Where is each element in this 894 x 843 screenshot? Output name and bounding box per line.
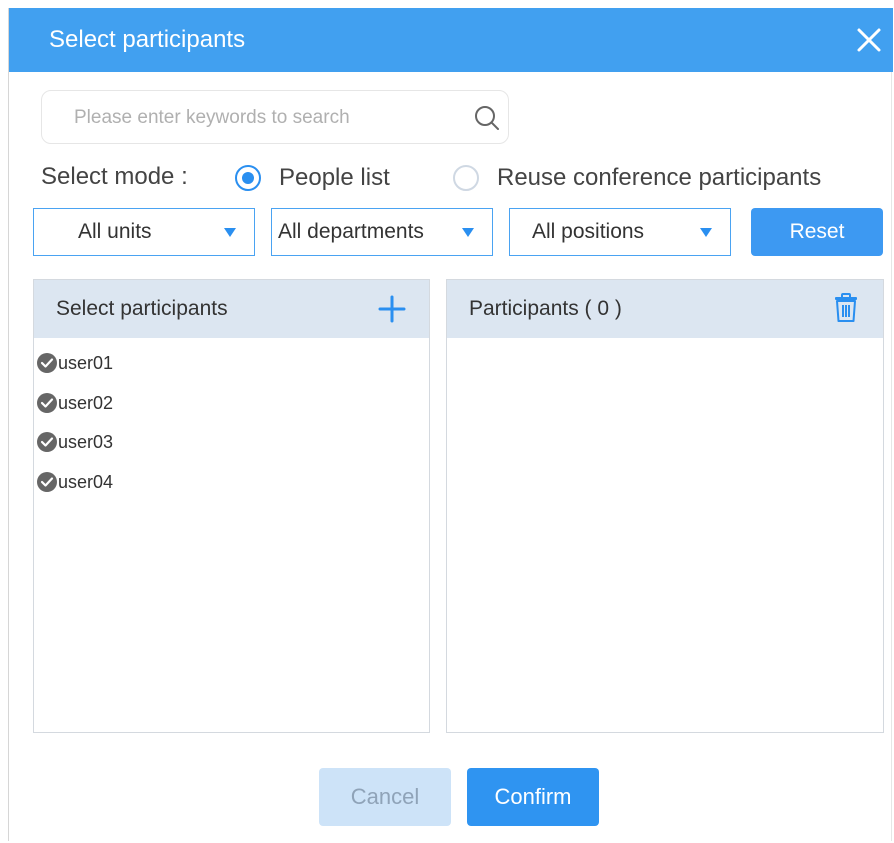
search-box [41, 90, 509, 144]
panel-title: Select participants [56, 297, 228, 320]
departments-select[interactable]: All departments [271, 208, 493, 256]
select-participants-dialog: Select participants Select mode : People… [8, 8, 893, 841]
panel-header: Participants ( 0 ) [447, 280, 883, 338]
radio-label: People list [279, 164, 390, 191]
user-name: user03 [58, 432, 114, 452]
list-item[interactable]: user03 [36, 429, 429, 469]
dialog-titlebar: Select participants [9, 8, 893, 72]
panel-header: Select participants [34, 280, 429, 338]
user-name: user04 [58, 471, 114, 492]
select-mode-label: Select mode : [41, 163, 188, 190]
user-list: user01 user02 user03 user04 [36, 350, 429, 508]
positions-select-value: All positions [532, 220, 645, 243]
check-circle-icon [37, 432, 57, 452]
check-circle-icon [37, 471, 57, 492]
list-item[interactable]: user04 [36, 469, 429, 509]
reset-button[interactable]: Reset [751, 208, 883, 256]
close-button[interactable] [853, 24, 885, 56]
search-input[interactable] [72, 99, 466, 137]
plus-icon[interactable] [377, 294, 407, 324]
units-select[interactable]: All units [33, 208, 255, 256]
chevron-down-icon [700, 228, 712, 237]
search-icon[interactable] [474, 105, 500, 131]
check-circle-icon [37, 353, 57, 373]
radio-people-list[interactable]: People list [235, 164, 390, 192]
list-item[interactable]: user01 [36, 350, 429, 390]
chevron-down-icon [462, 228, 474, 237]
confirm-button[interactable]: Confirm [467, 768, 599, 826]
units-select-value: All units [78, 220, 152, 243]
participants-count-title: Participants ( 0 ) [469, 297, 622, 320]
select-participants-panel: Select participants user01 user02 user03… [33, 279, 430, 733]
check-circle-icon [37, 392, 57, 413]
radio-unchecked-icon [453, 165, 479, 191]
radio-checked-icon [235, 165, 261, 191]
user-name: user01 [58, 353, 114, 373]
cancel-button[interactable]: Cancel [319, 768, 451, 826]
close-icon [857, 28, 881, 52]
trash-icon[interactable] [833, 293, 859, 323]
radio-reuse-conference-participants[interactable]: Reuse conference participants [453, 164, 821, 192]
chevron-down-icon [224, 228, 236, 237]
list-item[interactable]: user02 [36, 390, 429, 430]
positions-select[interactable]: All positions [509, 208, 731, 256]
participants-panel: Participants ( 0 ) [446, 279, 884, 733]
dialog-title: Select participants [49, 26, 246, 53]
radio-label: Reuse conference participants [497, 164, 822, 191]
departments-select-value: All departments [278, 220, 424, 243]
user-name: user02 [58, 392, 114, 413]
